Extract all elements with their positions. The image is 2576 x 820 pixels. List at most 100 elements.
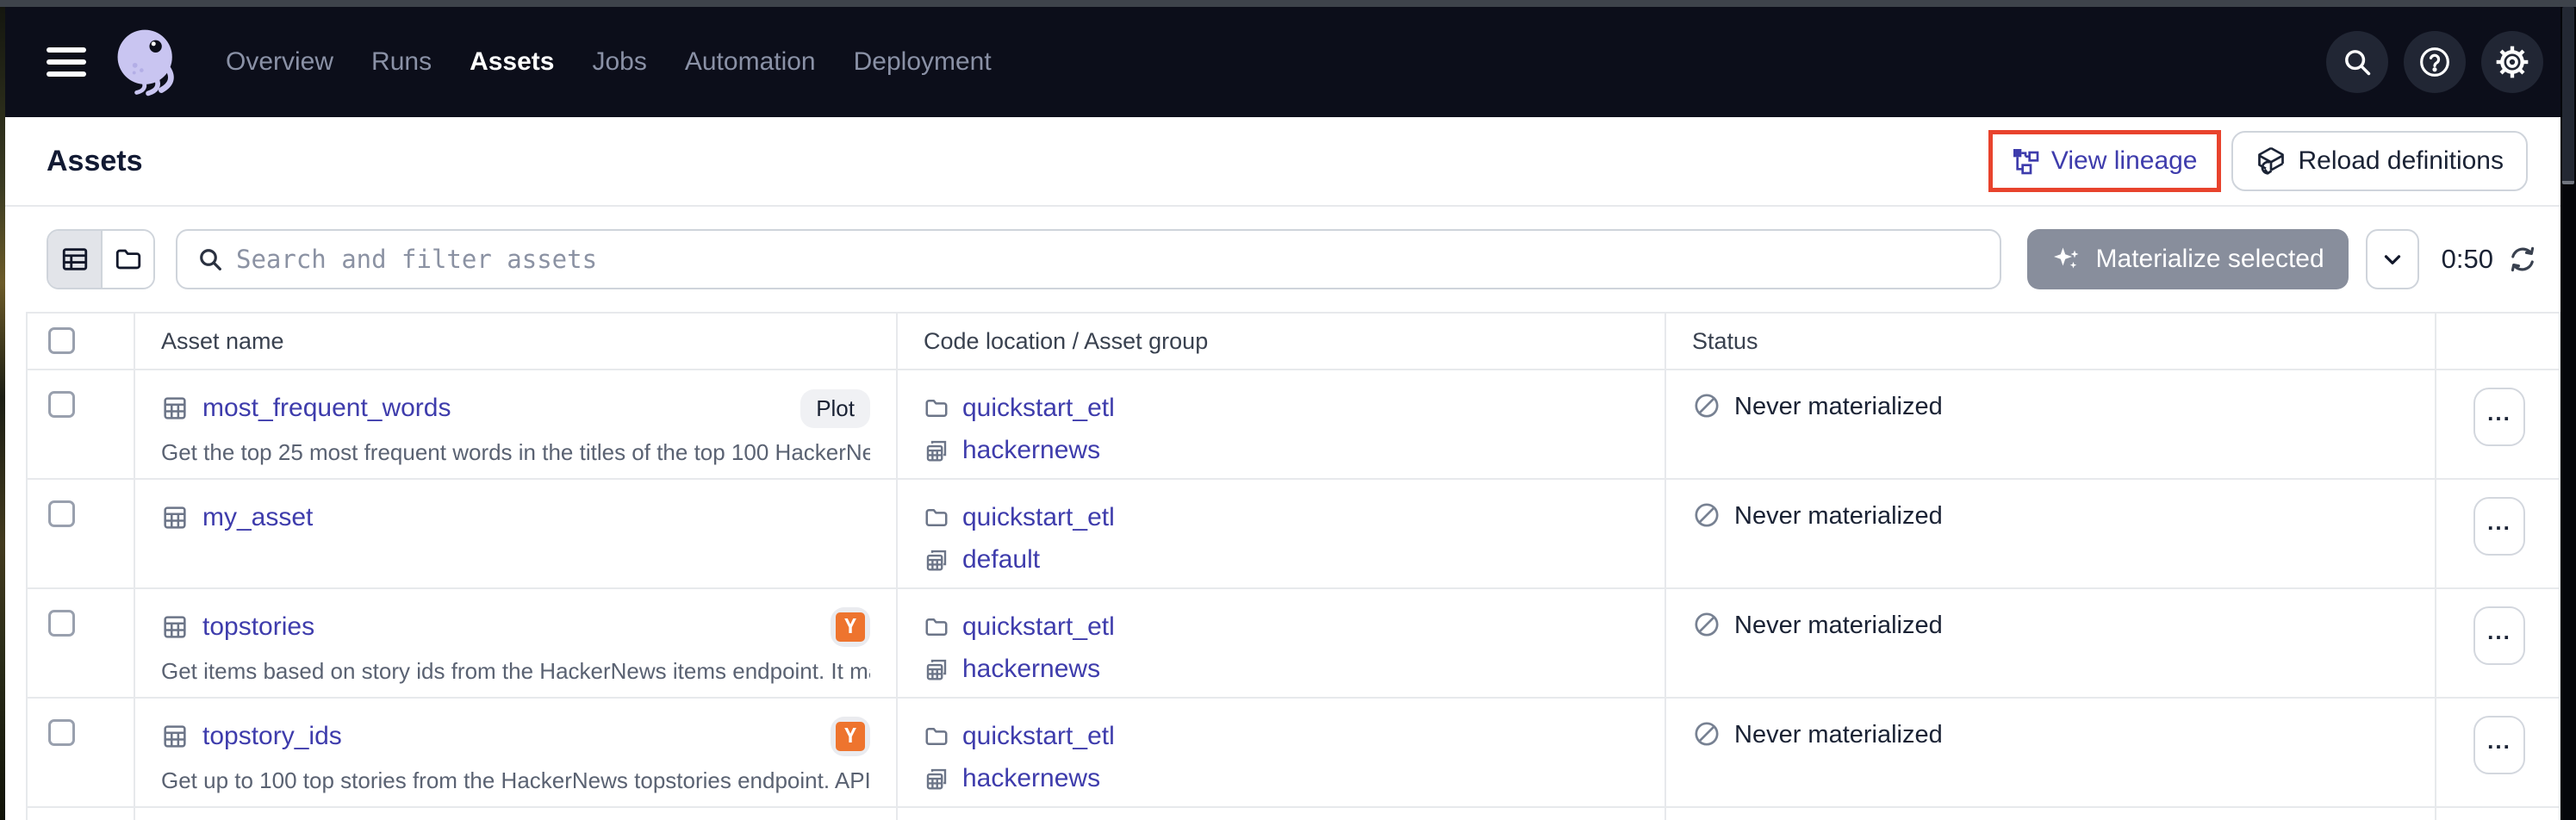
asset-description: Get items based on story ids from the Ha… — [161, 658, 870, 685]
materialize-selected-button[interactable]: Materialize selected — [2027, 229, 2349, 289]
column-header-code-location: Code location / Asset group — [898, 314, 1666, 369]
view-lineage-label: View lineage — [2051, 146, 2198, 176]
dagster-app-window: Overview Runs Assets Jobs Automation Dep… — [5, 7, 2560, 820]
scrollbar-thumb[interactable] — [2562, 7, 2574, 184]
folder-view-icon — [114, 245, 143, 274]
column-header-asset-name: Asset name — [135, 314, 898, 369]
row-actions-button[interactable]: ... — [2473, 388, 2525, 446]
asset-description: Get the top 25 most frequent words in th… — [161, 439, 870, 466]
top-nav: Overview Runs Assets Jobs Automation Dep… — [5, 7, 2560, 117]
ellipsis-icon: ... — [2487, 631, 2511, 640]
asset-group-link[interactable]: hackernews — [962, 655, 1100, 684]
code-location-link[interactable]: quickstart_etl — [962, 394, 1115, 423]
browser-chrome-strip — [0, 0, 2576, 7]
help-icon — [2417, 45, 2452, 79]
refresh-now-button[interactable] — [2507, 244, 2538, 275]
materialize-options-button[interactable] — [2366, 229, 2419, 289]
reload-definitions-label: Reload definitions — [2299, 146, 2504, 176]
asset-name-link[interactable]: my_asset — [202, 503, 313, 532]
refresh-icon — [2507, 244, 2538, 275]
code-location-link[interactable]: quickstart_etl — [962, 722, 1115, 751]
search-icon — [2341, 46, 2374, 78]
ycombinator-letter: Y — [836, 612, 865, 642]
page-title: Assets — [47, 145, 143, 178]
asset-group-icon — [924, 766, 949, 792]
hamburger-menu-icon[interactable] — [47, 47, 86, 77]
table-body: most_frequent_words Plot Get the top 25 … — [28, 370, 2559, 808]
code-location-link[interactable]: quickstart_etl — [962, 612, 1115, 642]
ellipsis-icon: ... — [2487, 413, 2511, 421]
view-lineage-button[interactable]: View lineage — [1988, 130, 2221, 192]
list-view-toggle[interactable] — [48, 231, 101, 288]
never-materialized-icon — [1692, 391, 1721, 420]
dagster-octopus-logo[interactable] — [109, 22, 188, 102]
row-actions-button[interactable]: ... — [2473, 716, 2525, 774]
asset-group-link[interactable]: hackernews — [962, 436, 1100, 465]
asset-table-icon — [161, 613, 189, 641]
page-header: Assets View lineage Reload definitions — [5, 117, 2560, 207]
table-header-row: Asset name Code location / Asset group S… — [28, 314, 2559, 370]
search-icon — [196, 245, 224, 273]
status-text: Never materialized — [1734, 719, 1943, 750]
row-actions-button[interactable]: ... — [2473, 606, 2525, 665]
select-all-checkbox[interactable] — [48, 327, 75, 354]
asset-description: Get up to 100 top stories from the Hacke… — [161, 767, 870, 794]
asset-controls-bar: Materialize selected 0:50 — [5, 207, 2560, 312]
row-actions-button[interactable]: ... — [2473, 497, 2525, 556]
table-row: topstories Y Get items based on story id… — [28, 589, 2559, 699]
asset-tag-badge: Plot — [800, 389, 870, 428]
row-checkbox[interactable] — [48, 719, 75, 746]
asset-group-icon — [924, 656, 949, 682]
asset-name-link[interactable]: most_frequent_words — [202, 394, 451, 423]
asset-table-icon — [161, 504, 189, 531]
help-button[interactable] — [2404, 31, 2466, 93]
materialize-selected-label: Materialize selected — [2096, 245, 2324, 274]
status-text: Never materialized — [1734, 610, 1943, 641]
reload-cube-icon — [2256, 146, 2287, 177]
status-text: Never materialized — [1734, 391, 1943, 422]
never-materialized-icon — [1692, 719, 1721, 749]
row-checkbox[interactable] — [48, 391, 75, 418]
asset-group-icon — [924, 438, 949, 463]
never-materialized-icon — [1692, 610, 1721, 639]
asset-table-icon — [161, 394, 189, 422]
asset-group-link[interactable]: default — [962, 545, 1040, 575]
global-search-button[interactable] — [2326, 31, 2388, 93]
ellipsis-icon: ... — [2487, 522, 2511, 531]
page-scrollbar[interactable] — [2560, 7, 2576, 820]
column-header-actions — [2436, 314, 2562, 369]
asset-name-link[interactable]: topstories — [202, 612, 314, 642]
ycombinator-badge: Y — [831, 717, 870, 756]
chevron-down-icon — [2380, 246, 2405, 272]
asset-group-link[interactable]: hackernews — [962, 764, 1100, 793]
table-stub-row — [28, 808, 2559, 820]
settings-button[interactable] — [2481, 31, 2543, 93]
nav-item-deployment[interactable]: Deployment — [854, 47, 992, 77]
nav-item-assets[interactable]: Assets — [470, 47, 554, 77]
search-input[interactable] — [236, 245, 1981, 274]
row-checkbox[interactable] — [48, 610, 75, 637]
folder-icon — [924, 505, 949, 531]
table-row: most_frequent_words Plot Get the top 25 … — [28, 370, 2559, 480]
ycombinator-letter: Y — [836, 722, 865, 751]
asset-group-icon — [924, 547, 949, 573]
nav-item-jobs[interactable]: Jobs — [592, 47, 646, 77]
reload-definitions-button[interactable]: Reload definitions — [2231, 131, 2529, 191]
status-text: Never materialized — [1734, 500, 1943, 531]
code-location-link[interactable]: quickstart_etl — [962, 503, 1115, 532]
nav-item-runs[interactable]: Runs — [371, 47, 432, 77]
sparkles-icon — [2051, 244, 2082, 275]
row-checkbox[interactable] — [48, 500, 75, 527]
folder-icon — [924, 724, 949, 749]
nav-links: Overview Runs Assets Jobs Automation Dep… — [226, 47, 992, 77]
assets-table: Asset name Code location / Asset group S… — [26, 312, 2560, 820]
column-header-status: Status — [1666, 314, 2436, 369]
view-mode-toggle — [47, 229, 155, 289]
asset-name-link[interactable]: topstory_ids — [202, 722, 342, 751]
folder-view-toggle[interactable] — [101, 231, 153, 288]
nav-item-overview[interactable]: Overview — [226, 47, 333, 77]
ellipsis-icon: ... — [2487, 741, 2511, 749]
asset-search-field[interactable] — [176, 229, 2001, 289]
ycombinator-badge: Y — [831, 607, 870, 647]
nav-item-automation[interactable]: Automation — [685, 47, 816, 77]
